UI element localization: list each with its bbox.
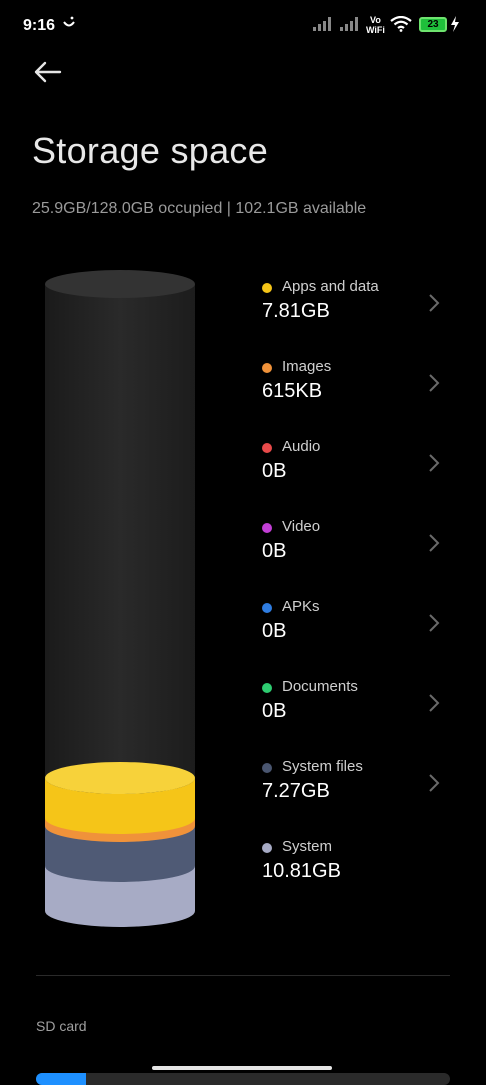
category-size: 0B (262, 620, 287, 642)
page-title: Storage space (32, 130, 269, 171)
battery-indicator: 23 (419, 17, 447, 32)
category-label: APKs (282, 598, 320, 615)
category-color-dot (262, 603, 272, 613)
category-item-apks[interactable]: APKs 0B (262, 598, 462, 678)
chevron-right-icon (429, 694, 440, 712)
smile-icon (63, 16, 75, 27)
category-color-dot (262, 763, 272, 773)
wifi-icon (390, 16, 412, 32)
category-label: Video (282, 518, 321, 535)
chevron-right-icon (429, 294, 440, 312)
category-color-dot (262, 683, 272, 693)
chevron-right-icon (429, 614, 440, 632)
category-size: 0B (262, 700, 287, 722)
back-arrow-icon (34, 61, 62, 83)
vowifi-indicator: Vo WiFi (366, 15, 385, 35)
chevron-right-icon (429, 374, 440, 392)
category-label: Images (282, 358, 332, 375)
home-indicator[interactable] (152, 1066, 332, 1070)
category-item-images[interactable]: Images 615KB (262, 358, 462, 438)
vowifi-bottom: WiFi (366, 25, 385, 35)
category-size: 0B (262, 540, 287, 562)
storage-summary: 25.9GB/128.0GB occupied | 102.1GB availa… (32, 200, 367, 217)
segment-free (45, 284, 195, 794)
vowifi-top: Vo (370, 15, 381, 25)
category-color-dot (262, 443, 272, 453)
category-label: System files (282, 758, 363, 775)
category-size: 10.81GB (262, 860, 341, 882)
signal-icon (313, 17, 331, 31)
category-size: 0B (262, 460, 287, 482)
category-color-dot (262, 523, 272, 533)
category-item-system: System 10.81GB (262, 838, 462, 918)
category-size: 7.27GB (262, 780, 330, 802)
category-item-apps-and-data[interactable]: Apps and data 7.81GB (262, 278, 462, 358)
category-label: System (282, 838, 333, 855)
status-bar: 9:16 Vo WiFi 23 (0, 0, 486, 52)
status-time: 9:16 (23, 17, 56, 34)
sd-card-bar (36, 1073, 450, 1085)
category-item-documents[interactable]: Documents 0B (262, 678, 462, 758)
sd-card-fill (36, 1073, 86, 1085)
category-item-video[interactable]: Video 0B (262, 518, 462, 598)
category-label: Audio (282, 438, 321, 455)
category-item-system-files[interactable]: System files 7.27GB (262, 758, 462, 838)
category-label: Apps and data (282, 278, 379, 295)
category-color-dot (262, 363, 272, 373)
category-label: Documents (282, 678, 358, 695)
category-size: 615KB (262, 380, 323, 402)
category-size: 7.81GB (262, 300, 330, 322)
chevron-right-icon (429, 534, 440, 552)
category-color-dot (262, 843, 272, 853)
divider (36, 975, 450, 976)
battery-level: 23 (427, 19, 439, 30)
back-button[interactable] (32, 60, 72, 96)
category-list: Apps and data 7.81GB Images 615KB Audio 0B Vid… (262, 278, 462, 918)
chevron-right-icon (429, 774, 440, 792)
signal-icon-2 (340, 17, 358, 31)
chevron-right-icon (429, 454, 440, 472)
charging-icon (451, 16, 459, 32)
sd-card-label: SD card (36, 1018, 87, 1034)
category-color-dot (262, 283, 272, 293)
category-item-audio[interactable]: Audio 0B (262, 438, 462, 518)
storage-cylinder (45, 270, 195, 927)
